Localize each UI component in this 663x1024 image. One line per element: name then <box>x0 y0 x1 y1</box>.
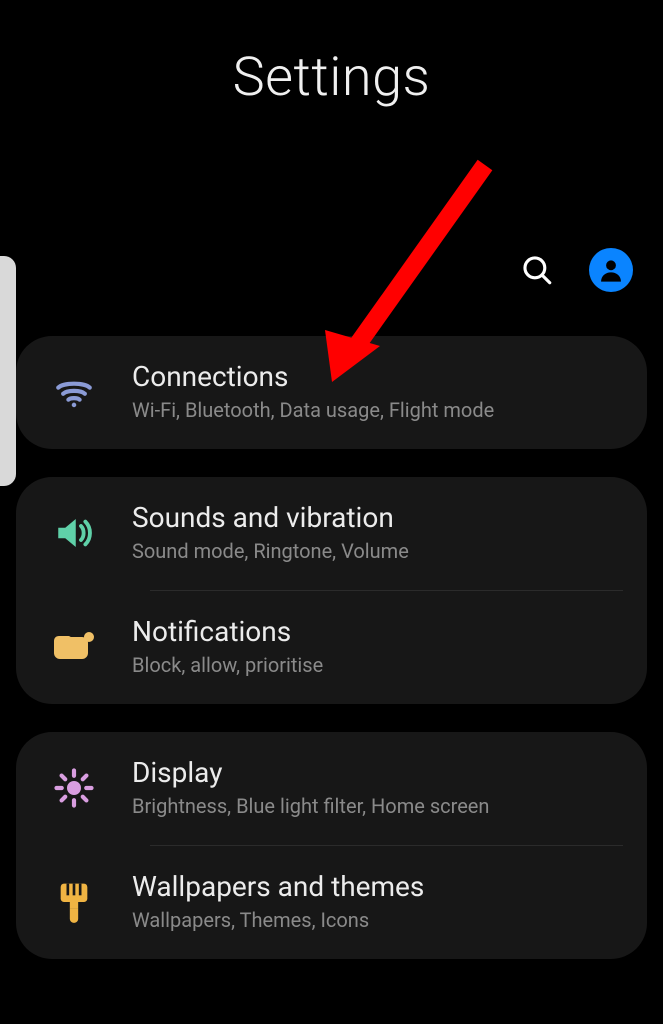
settings-group-sound-notif: Sounds and vibration Sound mode, Rington… <box>16 477 647 704</box>
item-title: Notifications <box>132 615 619 648</box>
account-button[interactable] <box>589 248 633 292</box>
person-icon <box>597 256 625 284</box>
item-title: Sounds and vibration <box>132 501 619 534</box>
item-subtitle: Brightness, Blue light filter, Home scre… <box>132 793 619 819</box>
brightness-icon <box>44 764 104 812</box>
wifi-icon <box>44 368 104 416</box>
settings-group-display-wallpaper: Display Brightness, Blue light filter, H… <box>16 732 647 959</box>
item-subtitle: Wallpapers, Themes, Icons <box>132 907 619 933</box>
item-title: Connections <box>132 360 619 393</box>
item-title: Display <box>132 756 619 789</box>
settings-item-display[interactable]: Display Brightness, Blue light filter, H… <box>16 732 647 845</box>
speaker-icon <box>44 509 104 557</box>
item-subtitle: Sound mode, Ringtone, Volume <box>132 538 619 564</box>
search-button[interactable] <box>515 248 559 292</box>
header-actions <box>515 248 633 292</box>
settings-item-sounds[interactable]: Sounds and vibration Sound mode, Rington… <box>16 477 647 590</box>
settings-item-wallpapers[interactable]: Wallpapers and themes Wallpapers, Themes… <box>16 846 647 959</box>
item-subtitle: Wi-Fi, Bluetooth, Data usage, Flight mod… <box>132 397 619 423</box>
settings-list: Connections Wi-Fi, Bluetooth, Data usage… <box>16 336 647 959</box>
edge-panel-handle[interactable] <box>0 256 16 486</box>
paint-brush-icon <box>44 878 104 926</box>
page-title: Settings <box>0 46 663 109</box>
settings-item-notifications[interactable]: Notifications Block, allow, prioritise <box>16 591 647 704</box>
item-subtitle: Block, allow, prioritise <box>132 652 619 678</box>
settings-item-connections[interactable]: Connections Wi-Fi, Bluetooth, Data usage… <box>16 336 647 449</box>
search-icon <box>520 253 554 287</box>
settings-group-connections: Connections Wi-Fi, Bluetooth, Data usage… <box>16 336 647 449</box>
notifications-folder-icon <box>44 623 104 671</box>
item-title: Wallpapers and themes <box>132 870 619 903</box>
